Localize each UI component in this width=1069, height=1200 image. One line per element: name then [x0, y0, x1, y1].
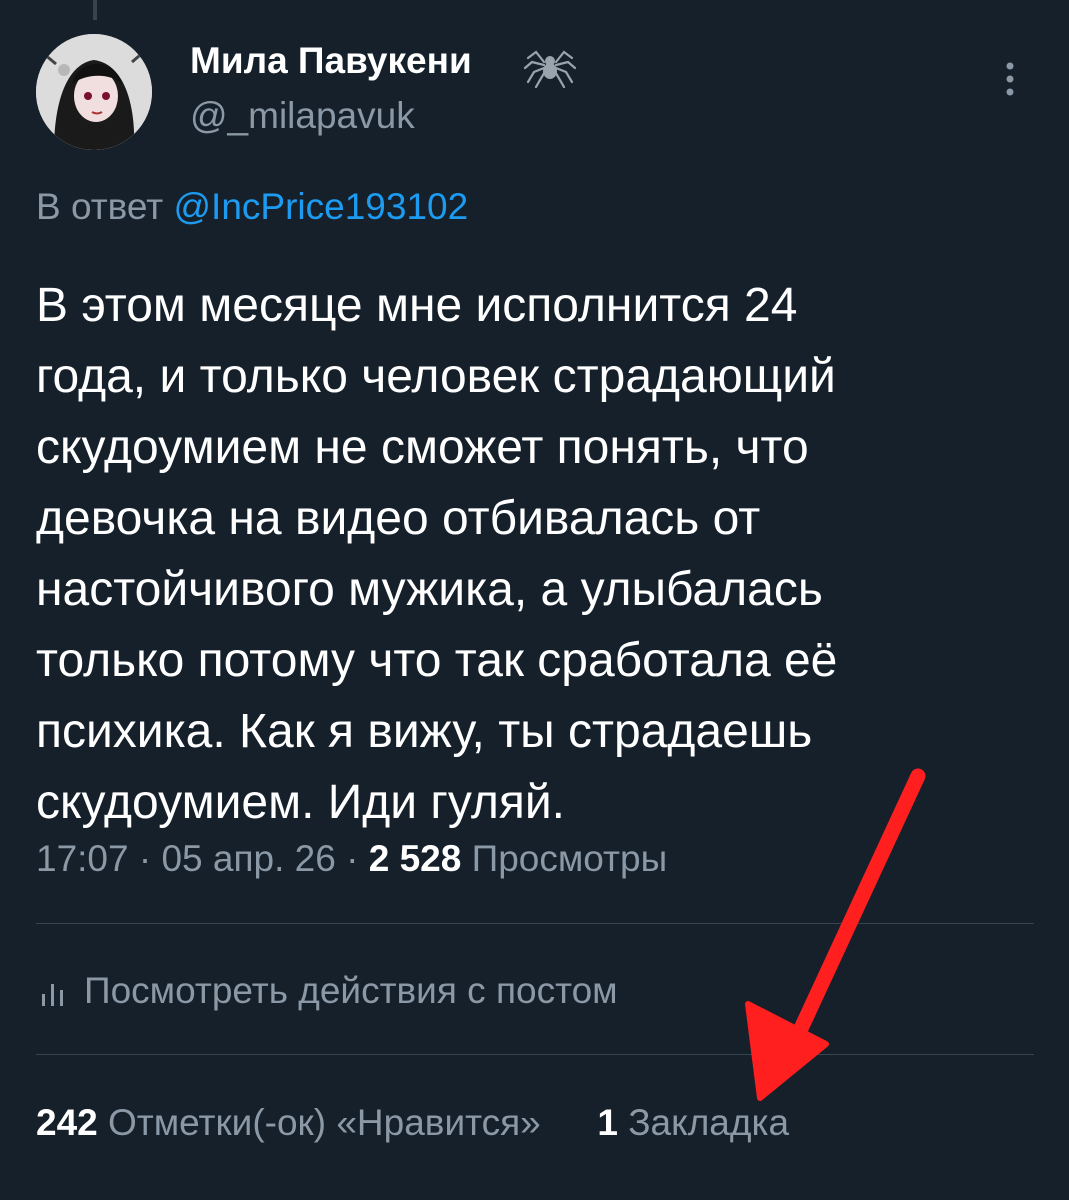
- likes-label: Отметки(-ок) «Нравится»: [108, 1102, 541, 1143]
- tweet-stats: 242 Отметки(-ок) «Нравится» 1 Закладка: [36, 1102, 789, 1144]
- tweet-text-line: года, и только человек страдающий: [36, 350, 836, 403]
- tweet-text-line: девочка на видео отбивалась от: [36, 492, 761, 545]
- tweet-meta: 17:07 · 05 апр. 26 · 2 528 Просмотры: [36, 838, 667, 880]
- tweet-text-line: только потому что так сработала её: [36, 634, 838, 687]
- reply-prefix: В ответ: [36, 186, 164, 227]
- meta-separator: ·: [346, 838, 359, 879]
- tweet-text-line: скудоумием. Иди гуляй.: [36, 776, 566, 829]
- reply-mention-link[interactable]: @IncPrice193102: [174, 186, 469, 227]
- tweet-time[interactable]: 17:07: [36, 838, 129, 879]
- divider: [36, 1054, 1034, 1055]
- bookmarks-stat[interactable]: 1 Закладка: [587, 1102, 789, 1143]
- author-handle[interactable]: @_milapavuk: [190, 95, 415, 137]
- bookmarks-count: 1: [597, 1102, 618, 1143]
- more-vertical-icon[interactable]: [998, 60, 1022, 100]
- meta-separator: ·: [138, 838, 152, 879]
- author-display-name[interactable]: Мила Павукени: [190, 40, 472, 82]
- views-count: 2 528: [368, 838, 462, 879]
- views-label: Просмотры: [471, 838, 668, 879]
- tweet-text-line: психика. Как я вижу, ты страдаешь: [36, 705, 813, 758]
- bookmarks-label: Закладка: [628, 1102, 790, 1143]
- tweet-text-line: В этом месяце мне исполнится 24: [36, 279, 798, 332]
- bar-chart-icon: [42, 984, 63, 1007]
- tweet-text: В этом месяце мне исполнится 24 года, и …: [36, 270, 1036, 838]
- likes-stat[interactable]: 242 Отметки(-ок) «Нравится»: [36, 1102, 551, 1143]
- avatar[interactable]: [36, 34, 152, 150]
- tweet-date[interactable]: 05 апр. 26: [161, 838, 335, 879]
- likes-count: 242: [36, 1102, 98, 1143]
- thread-connector-line: [93, 0, 97, 20]
- view-post-activity-button[interactable]: Посмотреть действия с постом: [36, 970, 618, 1012]
- view-post-activity-label: Посмотреть действия с постом: [84, 970, 618, 1011]
- tweet-text-line: настойчивого мужика, а улыбалась: [36, 563, 823, 616]
- reply-context: В ответ @IncPrice193102: [36, 186, 468, 228]
- tweet-text-line: скудоумием не сможет понять, что: [36, 421, 809, 474]
- divider: [36, 923, 1034, 924]
- spider-icon: [523, 50, 577, 88]
